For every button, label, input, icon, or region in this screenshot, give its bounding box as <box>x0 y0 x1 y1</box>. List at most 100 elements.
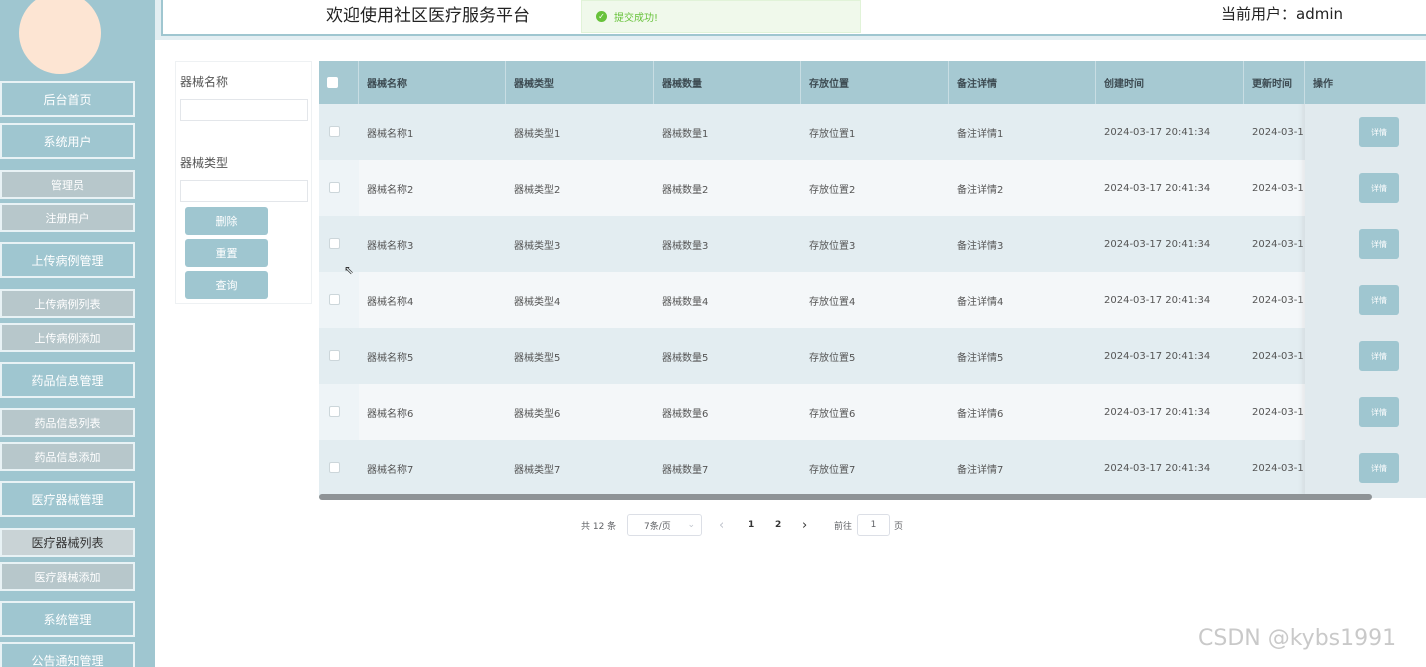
reset-button[interactable]: 重置 <box>185 239 268 267</box>
column-header-0: 器械名称 <box>359 61 506 104</box>
search-panel: 器械名称 器械类型 删除 重置 查询 <box>175 61 312 304</box>
page-1[interactable]: 1 <box>748 514 754 536</box>
sidebar-item-13[interactable]: 系统管理 <box>0 601 135 637</box>
table-cell: 器械类型1 <box>514 128 561 140</box>
column-header-2: 器械数量 <box>654 61 801 104</box>
mouse-cursor-icon: ⇖ <box>344 263 355 277</box>
table-cell: 存放位置4 <box>809 296 856 308</box>
detail-button[interactable]: 详情 <box>1359 173 1399 203</box>
detail-button[interactable]: 详情 <box>1359 229 1399 259</box>
goto-page-input[interactable]: 1 <box>857 514 890 536</box>
table-cell: 备注详情3 <box>957 240 1004 252</box>
sidebar-item-1[interactable]: 系统用户 <box>0 123 135 159</box>
table-cell: 备注详情4 <box>957 296 1004 308</box>
table-row: 器械名称1 器械类型1 器械数量1 存放位置1 备注详情1 2024-03-17 20:4… <box>319 104 1426 160</box>
table-cell: 器械名称1 <box>367 128 414 140</box>
toast-message: 提交成功! <box>614 13 659 24</box>
table-cell: 器械数量3 <box>662 240 709 252</box>
table-cell: 器械数量5 <box>662 352 709 364</box>
table-cell: 2024-03-17 20:41:34 <box>1104 462 1211 474</box>
sidebar-item-6[interactable]: 上传病例添加 <box>0 323 135 352</box>
detail-button[interactable]: 详情 <box>1359 453 1399 483</box>
table-cell: 备注详情1 <box>957 128 1004 140</box>
table-cell: 2024-03-1 <box>1252 350 1304 362</box>
select-all-checkbox[interactable] <box>327 77 338 88</box>
detail-button[interactable]: 详情 <box>1359 397 1399 427</box>
table-cell: 存放位置5 <box>809 352 856 364</box>
row-checkbox[interactable] <box>329 294 340 305</box>
column-header-5[interactable]: 创建时间 <box>1096 61 1244 104</box>
sidebar-item-11[interactable]: 医疗器械列表 <box>0 528 135 557</box>
table-cell: 备注详情5 <box>957 352 1004 364</box>
table-cell: 2024-03-1 <box>1252 238 1304 250</box>
sidebar-item-7[interactable]: 药品信息管理 <box>0 362 135 398</box>
detail-button[interactable]: 详情 <box>1359 285 1399 315</box>
success-toast: ✓ 提交成功! <box>581 0 861 33</box>
table-row: 器械名称5 器械类型5 器械数量5 存放位置5 备注详情5 2024-03-17 20:4… <box>319 328 1426 384</box>
detail-button[interactable]: 详情 <box>1359 341 1399 371</box>
detail-button[interactable]: 详情 <box>1359 117 1399 147</box>
name-label: 器械名称 <box>180 75 229 89</box>
table-cell: 器械类型6 <box>514 408 561 420</box>
page-size-select[interactable]: 7条/页 ⌄ <box>627 514 702 536</box>
table-cell: 2024-03-17 20:41:34 <box>1104 182 1211 194</box>
next-page-button[interactable]: › <box>802 514 807 536</box>
table-cell: 器械类型5 <box>514 352 561 364</box>
table-cell: 存放位置3 <box>809 240 856 252</box>
table-cell: 2024-03-17 20:41:34 <box>1104 350 1211 362</box>
table-cell: 2024-03-17 20:41:34 <box>1104 406 1211 418</box>
table-cell: 器械类型7 <box>514 464 561 476</box>
table-cell: 2024-03-1 <box>1252 126 1304 138</box>
sidebar-item-10[interactable]: 医疗器械管理 <box>0 481 135 517</box>
row-checkbox[interactable] <box>329 126 340 137</box>
horizontal-scrollbar[interactable] <box>319 494 1372 500</box>
column-header-4: 备注详情 <box>949 61 1096 104</box>
table-cell: 器械类型3 <box>514 240 561 252</box>
table-cell: 器械名称2 <box>367 184 414 196</box>
chevron-down-icon: ⌄ <box>687 520 695 530</box>
type-input[interactable] <box>180 180 308 202</box>
row-checkbox[interactable] <box>329 462 340 473</box>
check-circle-icon: ✓ <box>596 11 607 22</box>
delete-button[interactable]: 删除 <box>185 207 268 235</box>
table-cell: 2024-03-1 <box>1252 406 1304 418</box>
table-cell: 器械名称5 <box>367 352 414 364</box>
data-table: 器械名称1 器械类型1 器械数量1 存放位置1 备注详情1 2024-03-17 20:4… <box>319 61 1426 498</box>
sidebar-item-2[interactable]: 管理员 <box>0 170 135 199</box>
watermark: CSDN @kybs1991 <box>1198 626 1397 651</box>
sidebar: 后台首页系统用户管理员注册用户上传病例管理上传病例列表 上传病例添加药品信息管理药… <box>0 0 155 667</box>
row-checkbox[interactable] <box>329 406 340 417</box>
table-row: 器械名称2 器械类型2 器械数量2 存放位置2 备注详情2 2024-03-17 20:4… <box>319 160 1426 216</box>
row-checkbox[interactable] <box>329 238 340 249</box>
sidebar-item-14[interactable]: 公告通知管理 <box>0 642 135 667</box>
name-input[interactable] <box>180 99 308 121</box>
table-cell: 2024-03-1 <box>1252 294 1304 306</box>
sidebar-item-4[interactable]: 上传病例管理 <box>0 242 135 278</box>
page-2[interactable]: 2 <box>775 514 781 536</box>
sidebar-item-12[interactable]: 医疗器械添加 <box>0 562 135 591</box>
row-checkbox[interactable] <box>329 350 340 361</box>
prev-page-button[interactable]: ‹ <box>719 514 724 536</box>
sidebar-item-8[interactable]: 药品信息列表 <box>0 408 135 437</box>
column-header-7: 操作 <box>1305 61 1426 104</box>
page-suffix: 页 <box>894 521 904 532</box>
sidebar-item-5[interactable]: 上传病例列表 <box>0 289 135 318</box>
sidebar-item-3[interactable]: 注册用户 <box>0 203 135 232</box>
page-title: 欢迎使用社区医疗服务平台 <box>326 6 530 26</box>
row-checkbox[interactable] <box>329 182 340 193</box>
goto-label: 前往 <box>834 521 853 532</box>
current-user: 当前用户：admin <box>1221 5 1344 23</box>
table-row: 器械名称7 器械类型7 器械数量7 存放位置7 备注详情7 2024-03-17 20:4… <box>319 440 1426 496</box>
table-cell: 器械数量6 <box>662 408 709 420</box>
type-label: 器械类型 <box>180 156 229 170</box>
sidebar-item-9[interactable]: 药品信息添加 <box>0 442 135 471</box>
column-header-1: 器械类型 <box>506 61 654 104</box>
table-cell: 2024-03-17 20:41:34 <box>1104 126 1211 138</box>
table-header: 器械名称 器械类型 器械数量 存放位置 备注详情 创建时间 更新时间 操作 <box>319 61 1426 104</box>
sidebar-item-0[interactable]: 后台首页 <box>0 81 135 117</box>
table-cell: 备注详情6 <box>957 408 1004 420</box>
table-cell: 器械名称3 <box>367 240 414 252</box>
query-button[interactable]: 查询 <box>185 271 268 299</box>
table-cell: 器械名称7 <box>367 464 414 476</box>
table-cell: 备注详情2 <box>957 184 1004 196</box>
